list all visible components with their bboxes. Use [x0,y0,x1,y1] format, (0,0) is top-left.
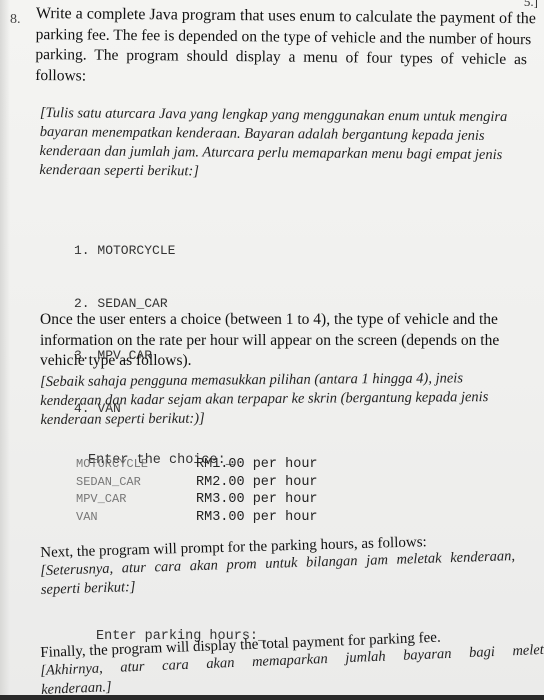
rate-row: SEDAN_CAR RM2.00 per hour [76,474,318,492]
text-line: Once the user enters a choice (between 1… [40,311,498,328]
rate-value: RM3.00 per hour [196,492,318,507]
text-line: kenderaan seperti berikut:)] [40,410,205,428]
choice-english: Once the user enters a choice (between 1… [40,310,540,372]
rate-vehicle: MOTORCYCLE [76,457,149,471]
rate-vehicle: SEDAN_CAR [76,474,141,489]
menu-item: 1. MOTORCYCLE [74,243,176,258]
rate-row: MOTORCYCLE RM1.00 per hour [76,456,318,474]
exam-page: 5.] 8. Write a complete Java program tha… [0,0,544,700]
intro-english: Write a complete Java program that uses … [35,4,541,91]
rate-table: MOTORCYCLE RM1.00 per hour SEDAN_CAR RM2… [76,456,318,526]
page-bottom-edge [0,695,544,700]
rate-vehicle: VAN [76,509,98,524]
text-line: information on the rate per hour will ap… [40,331,500,349]
rate-row: MPV_CAR RM3.00 per hour [76,491,318,509]
rate-vehicle: MPV_CAR [76,492,127,506]
rate-value: RM2.00 per hour [196,474,318,490]
rate-value: RM3.00 per hour [196,509,318,525]
page-shadow [0,0,10,700]
rate-row: VAN RM3.00 per hour [76,509,318,527]
choice-malay: [Sebaik sahaja pengguna memasukkan pilih… [40,369,540,430]
intro-malay: [Tulis satu aturcara Java yang lengkap y… [39,104,544,184]
rate-value: RM1.00 per hour [196,457,318,472]
question-number: 8. [10,12,21,27]
